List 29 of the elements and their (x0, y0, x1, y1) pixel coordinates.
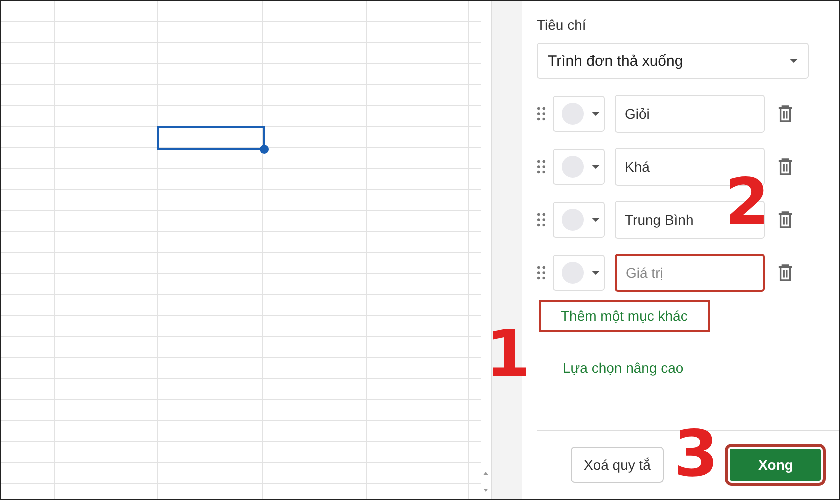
drag-handle-icon[interactable] (537, 107, 546, 121)
scroll-up-icon[interactable] (483, 471, 489, 476)
drag-handle-icon[interactable] (537, 160, 546, 174)
trash-icon[interactable] (778, 158, 793, 176)
color-picker[interactable] (553, 96, 605, 132)
caret-icon (592, 112, 600, 116)
annotation-number: 1 (486, 323, 531, 387)
caret-icon (592, 218, 600, 222)
scroll-down-icon[interactable] (483, 488, 489, 493)
trash-icon[interactable] (778, 105, 793, 123)
caret-icon (790, 58, 798, 64)
color-picker[interactable] (553, 202, 605, 238)
caret-icon (592, 164, 600, 170)
criteria-label: Tiêu chí (537, 17, 588, 33)
color-picker[interactable] (553, 255, 605, 291)
drag-handle-icon[interactable] (537, 266, 546, 280)
item-input-field[interactable]: Giá trị (615, 254, 765, 292)
item-input-field[interactable]: Giỏi (615, 95, 765, 133)
advanced-options-link[interactable]: Lựa chọn nâng cao (563, 360, 809, 376)
remove-rule-button[interactable]: Xoá quy tắ (571, 447, 664, 483)
criteria-dropdown[interactable]: Trình đơn thả xuống (537, 43, 809, 79)
trash-icon[interactable] (778, 264, 793, 282)
caret-icon (592, 270, 600, 276)
drag-handle-icon[interactable] (537, 213, 546, 227)
color-picker[interactable] (553, 149, 605, 185)
add-item-link[interactable]: Thêm một mục khác (539, 300, 710, 332)
annotation-number: 3 (674, 423, 718, 487)
done-button[interactable]: Xong (728, 447, 824, 483)
trash-icon[interactable] (778, 211, 793, 229)
